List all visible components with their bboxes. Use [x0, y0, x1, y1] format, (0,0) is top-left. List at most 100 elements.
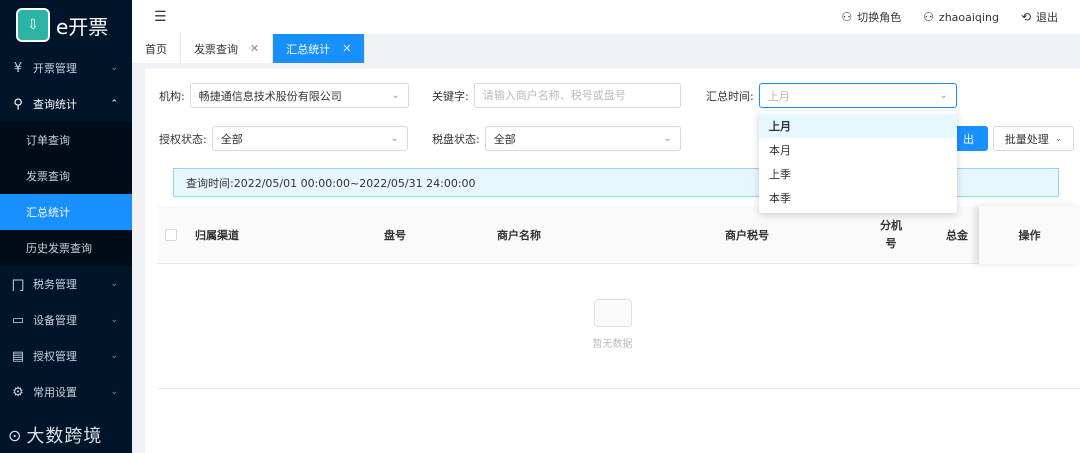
table-header: 归属渠道 盘号 商户名称 商户税号 分机号 总金 操作	[157, 206, 1080, 264]
keyword-label: 关键字:	[432, 89, 469, 103]
logo-text: e开票	[56, 14, 109, 39]
column-header-disk: 盘号	[384, 229, 406, 242]
menu-fold-icon[interactable]: ☰	[154, 9, 167, 25]
auth-status-label: 授权状态:	[159, 132, 207, 146]
chevron-down-icon: ⌄	[110, 63, 118, 73]
tab-invoice-query[interactable]: 发票查询 ✕	[181, 34, 274, 63]
checkbox-icon	[165, 229, 177, 241]
sidebar-subitem-summary[interactable]: 汇总统计	[0, 194, 132, 230]
disk-status-label: 税盘状态:	[432, 132, 480, 146]
org-field: 机构: 畅捷通信息技术股份有限公司 ⌄	[159, 83, 409, 108]
top-bar: ☰ ⚇ 切换角色 ⚇ zhaoaiqing ⟲ 退出	[132, 0, 1080, 34]
auth-status-select[interactable]: 全部 ⌄	[211, 126, 408, 151]
sidebar-subitem-invoices[interactable]: 发票查询	[0, 158, 132, 194]
sidebar-item-auth[interactable]: ▤ 授权管理 ⌄	[0, 338, 132, 374]
tab-label: 发票查询	[194, 42, 238, 56]
yen-icon: ¥	[13, 60, 23, 76]
tab-label: 首页	[145, 42, 167, 56]
auth-status-value: 全部	[220, 132, 243, 146]
close-icon[interactable]: ✕	[342, 42, 351, 55]
org-select[interactable]: 畅捷通信息技术股份有限公司 ⌄	[189, 83, 409, 108]
sidebar-item-devices[interactable]: ▭ 设备管理 ⌄	[0, 302, 132, 338]
tab-summary[interactable]: 汇总统计 ✕	[273, 34, 366, 63]
top-actions: ⚇ 切换角色 ⚇ zhaoaiqing ⟲ 退出	[841, 0, 1080, 34]
logout-label: 退出	[1036, 11, 1058, 24]
sidebar-item-tax[interactable]: 冂 税务管理 ⌄	[0, 266, 132, 302]
chevron-down-icon: ⌄	[110, 315, 118, 325]
sidebar-item-label: 开票管理	[33, 62, 77, 75]
tab-home[interactable]: 首页	[132, 34, 181, 63]
empty-state: 暂无数据	[145, 299, 1080, 350]
inbox-icon	[593, 299, 632, 327]
column-header-channel: 归属渠道	[195, 229, 239, 242]
sidebar-item-label: 授权管理	[33, 350, 77, 363]
gear-icon: ⚙	[12, 384, 24, 400]
org-label: 机构:	[159, 89, 185, 103]
period-option-this-quarter[interactable]: 本季	[759, 186, 957, 210]
period-field: 汇总时间: 上月 ⌄	[706, 83, 957, 108]
period-dropdown: 上月 本月 上季 本季	[759, 111, 957, 213]
close-icon[interactable]: ✕	[250, 42, 259, 55]
export-label: 出	[963, 132, 974, 146]
monitor-icon: ▭	[11, 312, 25, 328]
sidebar-submenu: 订单查询 发票查询 汇总统计 历史发票查询	[0, 122, 132, 266]
switch-role-button[interactable]: ⚇ 切换角色	[841, 9, 901, 25]
period-option-last-month[interactable]: 上月	[759, 114, 957, 138]
user-icon: ⚇	[923, 10, 934, 24]
period-option-last-quarter[interactable]: 上季	[759, 162, 957, 186]
logo: ⇩ e开票	[0, 0, 132, 50]
column-header-extension: 分机号	[880, 219, 902, 250]
sidebar-item-label: 税务管理	[33, 278, 77, 291]
tab-bar: 首页 发票查询 ✕ 汇总统计 ✕	[132, 34, 1080, 63]
disk-status-select[interactable]: 全部 ⌄	[484, 126, 681, 151]
tab-label: 汇总统计	[286, 42, 331, 56]
period-select[interactable]: 上月 ⌄	[758, 83, 957, 108]
watermark-logo-icon: ⊙	[8, 425, 23, 445]
keyword-input[interactable]	[473, 83, 681, 108]
query-time-text: 查询时间:2022/05/01 00:00:00~2022/05/31 24:0…	[186, 176, 476, 190]
disk-status-value: 全部	[493, 132, 516, 146]
chevron-down-icon: ⌄	[391, 90, 400, 101]
column-header-total: 总金	[946, 229, 968, 242]
search-icon: ⚲	[13, 96, 23, 112]
sidebar-item-label: 设备管理	[33, 314, 77, 327]
sidebar-subitem-orders[interactable]: 订单查询	[0, 122, 132, 158]
disk-status-field: 税盘状态: 全部 ⌄	[432, 126, 681, 151]
switch-role-label: 切换角色	[857, 11, 902, 24]
chevron-down-icon: ⌄	[110, 387, 118, 397]
keyword-field: 关键字:	[432, 83, 681, 108]
sidebar-item-settings[interactable]: ⚙ 常用设置 ⌄	[0, 374, 132, 410]
period-select-placeholder: 上月	[767, 89, 790, 103]
user-menu[interactable]: ⚇ zhaoaiqing	[923, 10, 999, 24]
sidebar-item-label: 查询统计	[33, 98, 77, 111]
user-icon: ⚇	[841, 10, 853, 24]
select-all-checkbox[interactable]	[165, 206, 177, 264]
watermark-text: 大数跨境	[26, 426, 103, 447]
auth-status-field: 授权状态: 全部 ⌄	[159, 126, 408, 151]
chevron-down-icon: ⌄	[110, 351, 118, 361]
sidebar-subitem-history[interactable]: 历史发票查询	[0, 230, 132, 266]
watermark: ⊙ 大数跨境	[8, 422, 102, 448]
column-header-merchant: 商户名称	[497, 229, 541, 242]
chevron-down-icon: ⌄	[1054, 133, 1063, 144]
chevron-down-icon: ⌄	[390, 133, 399, 144]
period-label: 汇总时间:	[706, 89, 754, 103]
sidebar: ⇩ e开票 ¥ 开票管理 ⌄ ⚲ 查询统计 ⌃ 订单查询 发票查询 汇总统计 历…	[0, 0, 132, 453]
auth-icon: ▤	[11, 348, 25, 364]
org-select-value: 畅捷通信息技术股份有限公司	[198, 89, 342, 103]
column-header-tax-id: 商户税号	[725, 229, 769, 242]
sidebar-item-invoicing[interactable]: ¥ 开票管理 ⌄	[0, 50, 132, 86]
chevron-down-icon: ⌄	[110, 279, 118, 289]
sidebar-item-label: 常用设置	[33, 386, 77, 399]
chevron-up-icon: ⌃	[110, 99, 118, 109]
period-option-this-month[interactable]: 本月	[759, 138, 957, 162]
batch-button[interactable]: 批量处理 ⌄	[993, 126, 1074, 151]
logout-button[interactable]: ⟲ 退出	[1021, 9, 1058, 25]
column-header-actions: 操作	[979, 206, 1080, 264]
chevron-down-icon: ⌄	[663, 133, 672, 144]
batch-label: 批量处理	[1004, 132, 1049, 146]
username-label: zhaoaiqing	[938, 10, 999, 24]
tax-icon: 冂	[11, 278, 25, 294]
empty-text: 暂无数据	[592, 339, 633, 350]
sidebar-item-query-stats[interactable]: ⚲ 查询统计 ⌃	[0, 86, 132, 122]
